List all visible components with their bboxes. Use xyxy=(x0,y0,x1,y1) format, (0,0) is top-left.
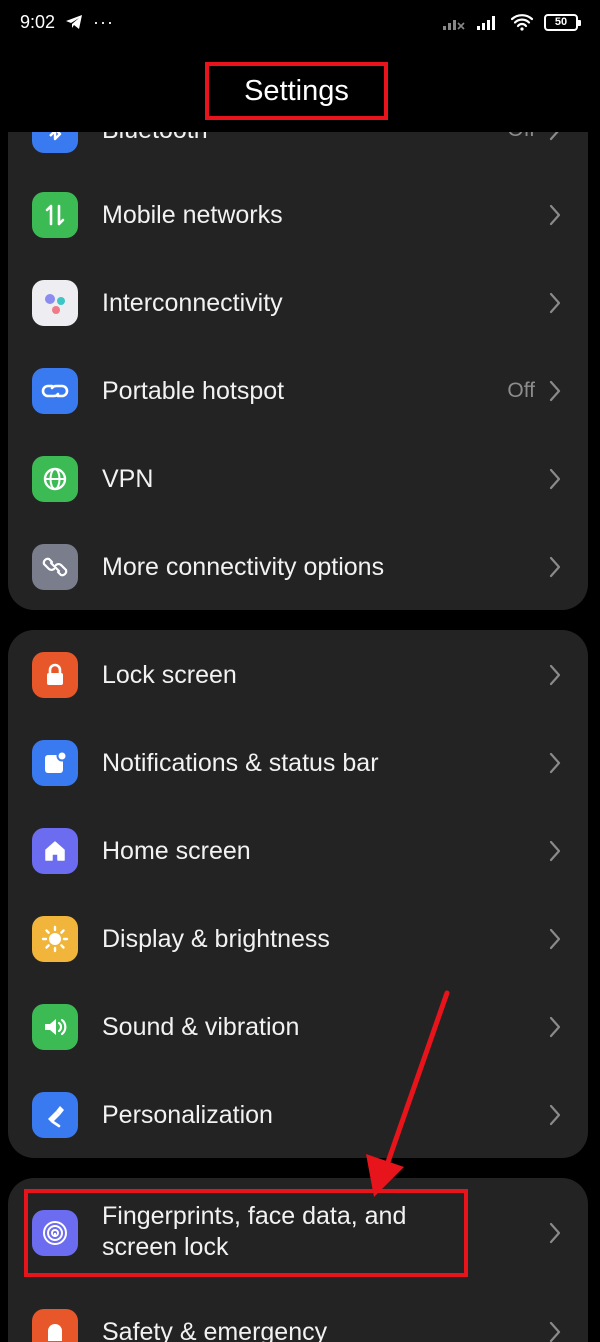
settings-item-home-screen[interactable]: Home screen xyxy=(8,807,588,895)
app-header: Settings xyxy=(0,44,600,132)
settings-item-label: Safety & emergency xyxy=(102,1317,328,1342)
chevron-right-icon xyxy=(549,1222,561,1244)
settings-item-more-connectivity[interactable]: More connectivity options xyxy=(8,523,588,610)
notification-icon xyxy=(32,740,78,786)
interconnectivity-icon xyxy=(32,280,78,326)
settings-item-label: Lock screen xyxy=(102,660,237,689)
settings-item-label-line1: Fingerprints, face data, and xyxy=(102,1202,407,1230)
chevron-right-icon xyxy=(549,840,561,862)
chevron-right-icon xyxy=(549,380,561,402)
brush-icon xyxy=(32,1092,78,1138)
settings-item-safety[interactable]: Safety & emergency xyxy=(8,1288,588,1342)
status-right: 50 xyxy=(442,13,581,31)
settings-item-label: Display & brightness xyxy=(102,924,330,953)
settings-item-label: VPN xyxy=(102,464,154,493)
settings-item-personalization[interactable]: Personalization xyxy=(8,1071,588,1158)
wifi-icon xyxy=(510,14,534,31)
chevron-right-icon xyxy=(549,556,561,578)
emergency-icon xyxy=(32,1309,78,1342)
more-notifications-dots: ··· xyxy=(93,11,115,32)
chevron-right-icon xyxy=(549,928,561,950)
connectivity-group: Bluetooth Off Mobile networks xyxy=(8,80,588,610)
settings-item-label-line2: screen lock xyxy=(102,1233,229,1261)
hotspot-link-icon xyxy=(32,368,78,414)
chevron-right-icon xyxy=(549,1016,561,1038)
settings-item-vpn[interactable]: VPN xyxy=(8,435,588,523)
status-left: 9:02 ··· xyxy=(20,12,114,33)
chevron-right-icon xyxy=(549,1321,561,1342)
settings-item-fingerprints[interactable]: Fingerprints, face data, and screen lock xyxy=(8,1189,588,1277)
chevron-right-icon xyxy=(549,468,561,490)
settings-list[interactable]: Bluetooth Off Mobile networks xyxy=(0,0,600,1342)
settings-item-label: Personalization xyxy=(102,1100,273,1129)
personalization-group: Lock screen Notifications & status bar H… xyxy=(8,630,588,1158)
settings-item-display[interactable]: Display & brightness xyxy=(8,895,588,983)
settings-item-sound[interactable]: Sound & vibration xyxy=(8,983,588,1071)
fingerprint-icon xyxy=(32,1210,78,1256)
brightness-sun-icon xyxy=(32,916,78,962)
clock: 9:02 xyxy=(20,11,56,32)
settings-item-lock-screen[interactable]: Lock screen xyxy=(8,631,588,719)
home-icon xyxy=(32,828,78,874)
settings-item-label: More connectivity options xyxy=(102,552,385,581)
security-group: Fingerprints, face data, and screen lock… xyxy=(8,1178,588,1342)
settings-item-mobile-networks[interactable]: Mobile networks xyxy=(8,171,588,259)
lock-icon xyxy=(32,652,78,698)
settings-item-interconnectivity[interactable]: Interconnectivity xyxy=(8,259,588,347)
settings-screen: Bluetooth Off Mobile networks xyxy=(0,0,600,1342)
settings-item-label: Mobile networks xyxy=(102,200,283,229)
chevron-right-icon xyxy=(549,1104,561,1126)
settings-item-label: Portable hotspot xyxy=(102,376,285,405)
chevron-right-icon xyxy=(549,664,561,686)
status-value: Off xyxy=(507,379,535,402)
page-title: Settings xyxy=(205,62,388,120)
telegram-icon xyxy=(66,15,83,29)
settings-item-label: Notifications & status bar xyxy=(102,748,379,777)
settings-item-label: Sound & vibration xyxy=(102,1012,300,1041)
settings-item-portable-hotspot[interactable]: Portable hotspot Off xyxy=(8,347,588,435)
settings-item-label: Interconnectivity xyxy=(102,288,283,317)
battery-level: 50 xyxy=(554,16,568,28)
status-bar: 9:02 ··· 50 xyxy=(0,0,600,44)
battery-icon: 50 xyxy=(544,13,581,31)
speaker-icon xyxy=(32,1004,78,1050)
settings-item-notifications[interactable]: Notifications & status bar xyxy=(8,719,588,807)
signal-icon xyxy=(477,16,495,30)
chevron-right-icon xyxy=(549,204,561,226)
chevron-right-icon xyxy=(549,292,561,314)
globe-icon xyxy=(32,456,78,502)
chevron-right-icon xyxy=(549,752,561,774)
signal-no-service-icon xyxy=(443,20,465,30)
mobile-data-icon xyxy=(32,192,78,238)
settings-item-label: Home screen xyxy=(102,836,251,865)
connection-icon xyxy=(32,544,78,590)
